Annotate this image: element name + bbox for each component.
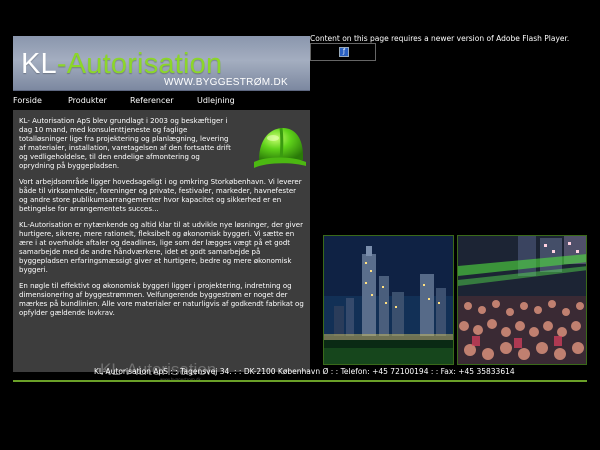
nav-item-udlejning[interactable]: Udlejning (197, 96, 235, 105)
logo-brand-rest: Autorisation (66, 48, 223, 80)
content-paragraph: KL-Autorisation er nytænkende og altid k… (19, 221, 303, 274)
content-panel: KL- Autorisation ApS blev grundlagt i 20… (13, 110, 310, 372)
logo-url: WWW.BYGGESTRØM.DK (164, 77, 288, 88)
content-paragraph: En nøgle til effektivt og økonomisk bygg… (19, 282, 304, 317)
main-nav: Forside Produkter Referencer Udlejning (13, 96, 310, 110)
logo-brand-dash: - (56, 48, 67, 80)
footer-contact-line: KL-Autorisation ApS : : Tagensvej 34. : … (94, 367, 515, 376)
nav-item-referencer[interactable]: Referencer (130, 96, 174, 105)
flash-plugin-icon[interactable]: ƒ (339, 47, 349, 57)
logo-brand-prefix: KL (21, 48, 57, 80)
content-paragraph: KL- Autorisation ApS blev grundlagt i 20… (19, 117, 231, 170)
nav-item-produkter[interactable]: Produkter (68, 96, 107, 105)
content-paragraph: Vort arbejdsområde ligger hovedsageligt … (19, 178, 302, 213)
concert-crowd-photo (457, 235, 587, 365)
hard-hat-icon (254, 127, 306, 168)
flash-placeholder[interactable]: ƒ (310, 43, 376, 61)
footer-divider (13, 380, 587, 382)
city-night-photo (323, 235, 454, 365)
flash-notice[interactable]: Content on this page requires a newer ve… (310, 34, 569, 43)
nav-item-forside[interactable]: Forside (13, 96, 42, 105)
logo-banner[interactable]: KL-Autorisation WWW.BYGGESTRØM.DK (13, 36, 310, 91)
